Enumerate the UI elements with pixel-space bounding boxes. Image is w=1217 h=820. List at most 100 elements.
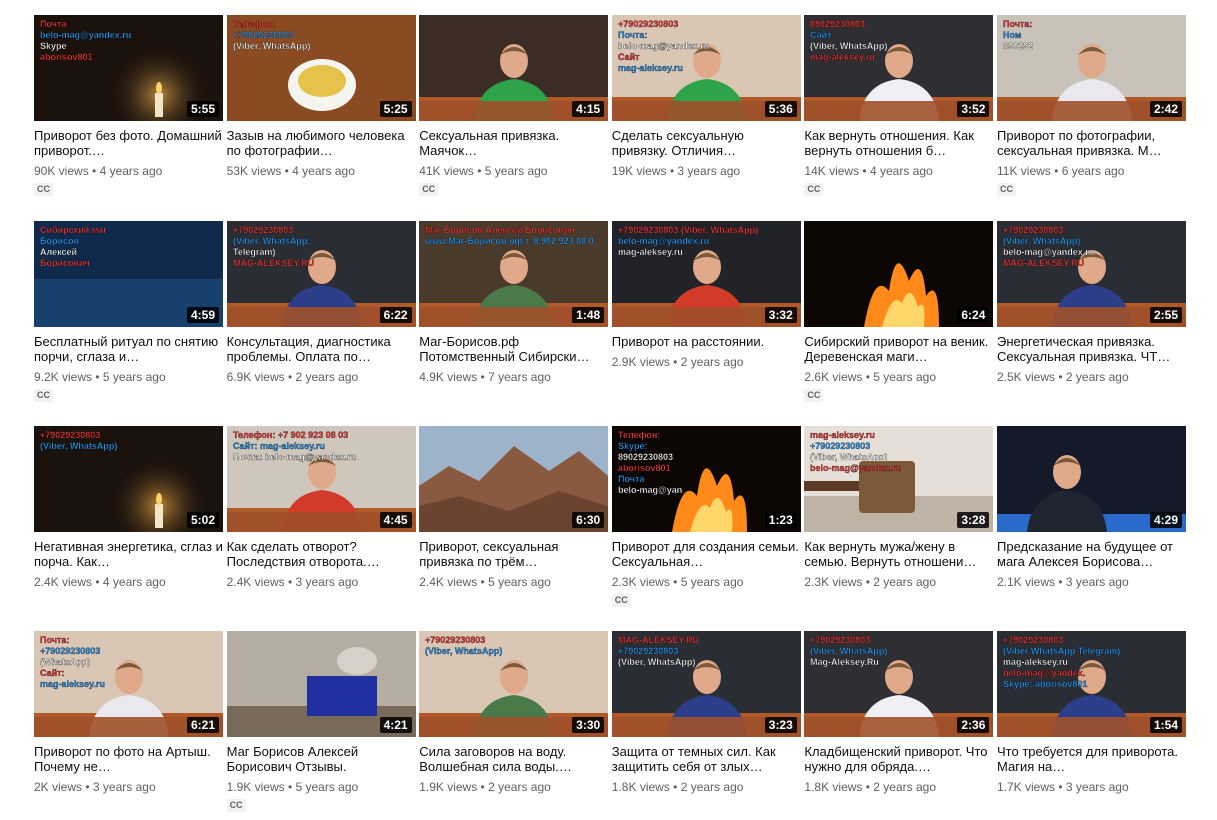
video-title[interactable]: Зазыв на любимого человека по фотографии… — [227, 128, 416, 158]
video-thumbnail[interactable]: mag-aleksey.ru +79029230803 (Viber, WhatsA… — [804, 426, 994, 532]
video-metadata: 9.2K views • 5 years ago — [34, 370, 223, 384]
video-title[interactable]: Предсказание на будущее от мага Алексея … — [997, 539, 1186, 569]
video-title[interactable]: Энергетическая привязка. Сексуальная при… — [997, 334, 1186, 364]
video-card[interactable]: +79029230803 (Viber, WhatsApp) belo-mag@y… — [611, 221, 801, 369]
video-metadata: 2.1K views • 3 years ago — [997, 575, 1186, 589]
video-card[interactable]: Почта: Ном 890292 2:42 Приворот по фотографи… — [997, 15, 1186, 197]
thumbnail-overlay-text: +79029230803 — [618, 646, 678, 656]
video-title[interactable]: Приворот по фотографии, сексуальная прив… — [997, 128, 1186, 158]
meta-separator: • — [1055, 780, 1066, 794]
video-title[interactable]: Кладбищенский приворот. Что нужно для об… — [804, 744, 993, 774]
video-title[interactable]: Что требуется для приворота. Магия на… — [997, 744, 1186, 774]
video-card[interactable]: +79029230803 (Viber WhatsApp Telegram) mag… — [997, 631, 1186, 794]
closed-captions-badge: CC — [34, 183, 53, 196]
video-card[interactable]: MAG-ALEKSEY.RU +79029230803 (Viber, WhatsA… — [611, 631, 801, 794]
video-title[interactable]: Как сделать отворот? Последствия отворот… — [227, 539, 416, 569]
video-card[interactable]: Почта belo-mag@yandex.ru Skype aborisov801 5… — [34, 15, 223, 197]
meta-separator: • — [1055, 575, 1066, 589]
view-count: 2.5K views — [997, 370, 1056, 384]
video-card[interactable]: Телефон: +79029230803 (Viber, WhatsApp) 5:2… — [226, 15, 416, 178]
thumbnail-overlay-text: belo-mag@yan — [618, 485, 682, 495]
video-title[interactable]: Сибирский приворот на веник. Деревенская… — [804, 334, 993, 364]
upload-age: 7 years ago — [488, 370, 551, 384]
duration-badge: 4:29 — [1149, 512, 1182, 528]
video-card[interactable]: mag-aleksey.ru +79029230803 (Viber, WhatsA… — [804, 426, 994, 589]
duration-badge: 3:28 — [957, 512, 990, 528]
upload-age: 6 years ago — [1061, 164, 1125, 178]
video-title[interactable]: Защита от темных сил. Как защитить себя … — [612, 744, 801, 774]
video-card[interactable]: Почта: +79029230803 (WhatsApp) Сайт: mag-ale… — [34, 631, 223, 794]
video-metadata: 1.9K views • 2 years ago — [419, 780, 608, 794]
video-card[interactable]: 4:29 Предсказание на будущее от мага Алек… — [997, 426, 1186, 589]
thumbnail-overlay-text: www.Маг-Борисов.рф т. 8 902 923 08 0 — [424, 236, 594, 246]
video-thumbnail[interactable]: +79029230803 Почта: belo-mag@yandex.ru Сайт… — [611, 15, 801, 121]
video-thumbnail[interactable]: +79029230803 (Viber, WhatsApp) 3:30 — [419, 631, 609, 737]
video-thumbnail[interactable]: Почта: +79029230803 (WhatsApp) Сайт: mag-ale… — [34, 631, 223, 737]
thumbnail-overlay-text: Skype — [40, 41, 67, 51]
meta-separator: • — [88, 164, 100, 178]
video-thumbnail[interactable]: Телефон: +79029230803 (Viber, WhatsApp) 5:2… — [226, 15, 416, 121]
thumbnail-overlay-text: +79029230803 — [233, 225, 293, 235]
video-title[interactable]: Приворот без фото. Домашний приворот.… — [34, 128, 223, 158]
video-metadata: 14K views • 4 years ago — [804, 164, 993, 178]
video-card[interactable]: Сибирский маг Борисов Алексей Борисович 4:59… — [34, 221, 223, 403]
video-thumbnail[interactable]: 4:15 — [419, 15, 609, 121]
video-thumbnail[interactable]: 4:29 — [997, 426, 1186, 532]
video-thumbnail[interactable]: Телефон: Skype: 89029230803 aborisov801 Почт… — [611, 426, 801, 532]
video-thumbnail[interactable]: Маг Борисов Алексей Борисович www.Маг-Бор… — [419, 221, 609, 327]
video-thumbnail[interactable]: +79029230803 (Viber, WhatsApp, Telegram) MA… — [226, 221, 416, 327]
video-thumbnail[interactable]: +79029230803 (Viber WhatsApp Telegram) mag… — [997, 631, 1186, 737]
video-title[interactable]: Приворот по фото на Артыш. Почему не… — [34, 744, 223, 774]
video-title[interactable]: Как вернуть мужа/жену в семью. Вернуть о… — [804, 539, 993, 569]
video-thumbnail[interactable]: +79029230803 (Viber, WhatsApp) belo-mag@y… — [611, 221, 801, 327]
upload-age: 2 years ago — [873, 575, 937, 589]
thumbnail-overlay-text: belo-mag@yandex.ru — [618, 236, 709, 246]
video-thumbnail[interactable]: +79029230803 (Viber, WhatsApp) Mag-Aleksey… — [804, 631, 994, 737]
video-metadata: 2.6K views • 5 years ago — [804, 370, 993, 384]
video-thumbnail[interactable]: 4:21 — [226, 631, 416, 737]
video-card[interactable]: +79029230803 (Viber, WhatsApp) 5:02 Негатив… — [34, 426, 223, 589]
video-thumbnail[interactable]: +79029230803 (Viber, WhatsApp) belo-mag@ya… — [997, 221, 1186, 327]
video-card[interactable]: 6:24 Сибирский приворот на веник. Деревен… — [804, 221, 994, 403]
view-count: 2.9K views — [611, 355, 670, 369]
video-title[interactable]: Как вернуть отношения. Как вернуть отнош… — [804, 128, 993, 158]
video-title[interactable]: Консультация, диагностика проблемы. Опла… — [227, 334, 416, 364]
video-card[interactable]: 6:30 Приворот, сексуальная привязка по тр… — [419, 426, 609, 589]
video-card[interactable]: 4:15 Сексуальная привязка. Маячок… 41K vie… — [419, 15, 609, 197]
video-title[interactable]: Приворот, сексуальная привязка по трём… — [419, 539, 608, 569]
video-thumbnail[interactable]: 89029230803 Сайт (Viber, WhatsApp) mag-alek… — [804, 15, 994, 121]
video-card[interactable]: +79029230803 (Viber, WhatsApp) belo-mag@ya… — [997, 221, 1186, 384]
video-thumbnail[interactable]: Телефон: +7 902 923 08 03 Сайт: mag-aleks… — [226, 426, 416, 532]
video-title[interactable]: Сексуальная привязка. Маячок… — [419, 128, 608, 158]
video-thumbnail[interactable]: Сибирский маг Борисов Алексей Борисович 4:59 — [34, 221, 223, 327]
video-card[interactable]: Телефон: Skype: 89029230803 aborisov801 Почт… — [611, 426, 801, 608]
video-thumbnail[interactable]: +79029230803 (Viber, WhatsApp) 5:02 — [34, 426, 223, 532]
video-card[interactable]: Маг Борисов Алексей Борисович www.Маг-Бор… — [419, 221, 609, 384]
video-thumbnail[interactable]: 6:30 — [419, 426, 609, 532]
video-title[interactable]: Сила заговоров на воду. Волшебная сила в… — [419, 744, 608, 774]
video-card[interactable]: +79029230803 (Viber, WhatsApp, Telegram) MA… — [226, 221, 416, 384]
view-count: 53K views — [226, 164, 282, 178]
duration-badge: 4:15 — [572, 101, 605, 117]
video-title[interactable]: Приворот для создания семьи. Сексуальная… — [612, 539, 801, 569]
video-card[interactable]: 4:21 Маг Борисов Алексей Борисович Отзывы… — [226, 631, 416, 813]
video-title[interactable]: Маг-Борисов.рф Потомственный Сибирски… — [419, 334, 608, 364]
video-metadata: 90K views • 4 years ago — [34, 164, 223, 178]
thumbnail-overlay-text: belo-mag@yandex.ru — [1003, 247, 1094, 257]
video-card[interactable]: Телефон: +7 902 923 08 03 Сайт: mag-aleks… — [226, 426, 416, 589]
video-card[interactable]: +79029230803 (Viber, WhatsApp) 3:30 Сила за… — [419, 631, 609, 794]
video-metadata: 1.7K views • 3 years ago — [997, 780, 1186, 794]
video-title[interactable]: Маг Борисов Алексей Борисович Отзывы. — [227, 744, 416, 774]
video-thumbnail[interactable]: 6:24 — [804, 221, 994, 327]
video-title[interactable]: Сделать сексуальную привязку. Отличия… — [612, 128, 801, 158]
video-card[interactable]: +79029230803 Почта: belo-mag@yandex.ru Сайт… — [611, 15, 801, 178]
video-thumbnail[interactable]: Почта belo-mag@yandex.ru Skype aborisov801 5… — [34, 15, 223, 121]
video-title[interactable]: Бесплатный ритуал по снятию порчи, сглаз… — [34, 334, 223, 364]
video-card[interactable]: 89029230803 Сайт (Viber, WhatsApp) mag-alek… — [804, 15, 994, 197]
video-title[interactable]: Негативная энергетика, сглаз и порча. Ка… — [34, 539, 223, 569]
upload-age: 4 years ago — [102, 575, 166, 589]
video-title[interactable]: Приворот на расстоянии. — [612, 334, 801, 349]
video-thumbnail[interactable]: Почта: Ном 890292 2:42 — [997, 15, 1186, 121]
video-card[interactable]: +79029230803 (Viber, WhatsApp) Mag-Aleksey… — [804, 631, 994, 794]
video-thumbnail[interactable]: MAG-ALEKSEY.RU +79029230803 (Viber, WhatsA… — [611, 631, 801, 737]
